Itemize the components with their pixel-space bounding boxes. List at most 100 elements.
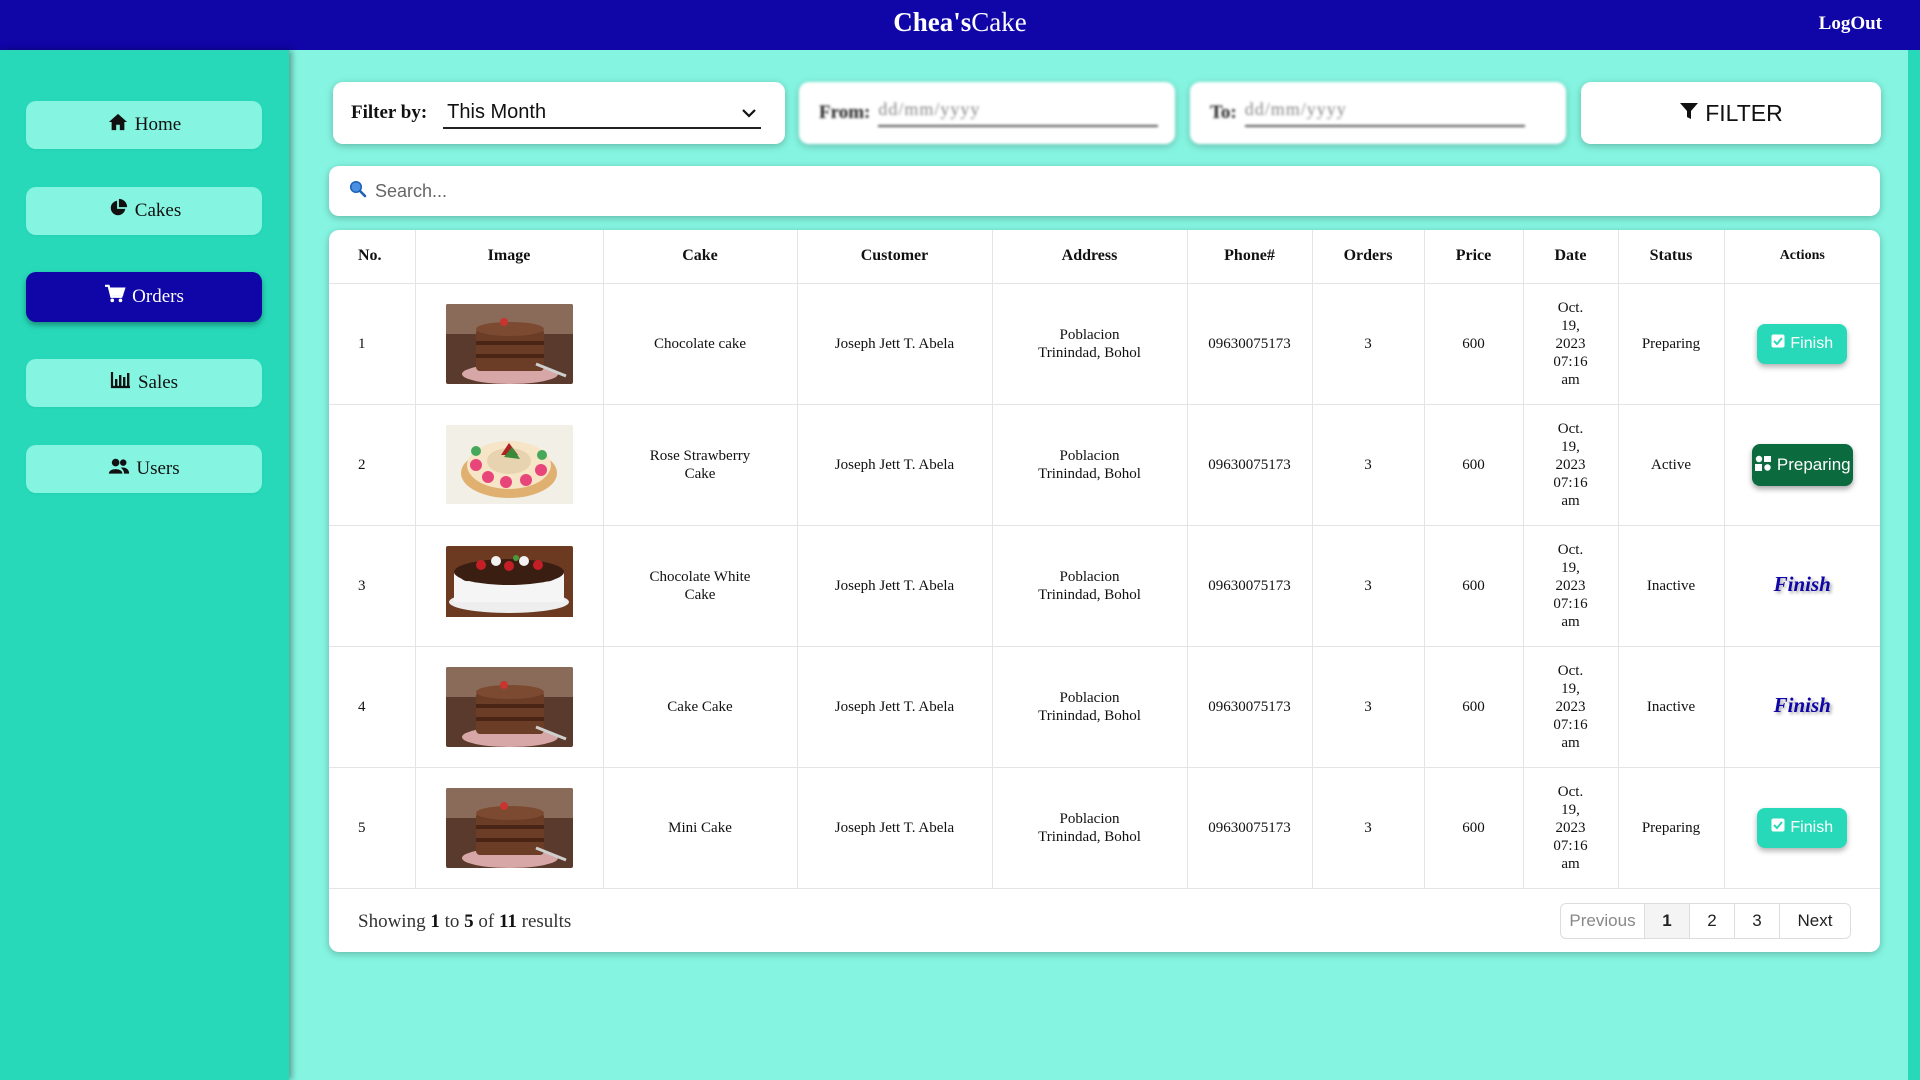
date-part: 2023 bbox=[1555, 819, 1586, 836]
sidebar-item-label: Users bbox=[136, 458, 180, 479]
sidebar-item-home[interactable]: Home bbox=[26, 101, 262, 149]
table-row: 5 Mini Cake Joseph Jett T. Abela Poblacion T… bbox=[329, 767, 1880, 889]
cell-status: Preparing bbox=[1618, 283, 1725, 405]
address-line: Trinindad, Bohol bbox=[1038, 344, 1141, 361]
date-part: am bbox=[1561, 492, 1580, 509]
top-bar: Chea'sCake LogOut bbox=[0, 0, 1920, 50]
logout-link[interactable]: LogOut bbox=[1819, 13, 1882, 35]
cell-address: Poblacion Trinindad, Bohol bbox=[992, 767, 1188, 889]
filter-by-label: Filter by: bbox=[351, 102, 428, 123]
cell-customer: Joseph Jett T. Abela bbox=[797, 767, 993, 889]
sidebar-item-sales[interactable]: Sales bbox=[26, 359, 262, 407]
date-part: 19, bbox=[1561, 801, 1580, 818]
column-header: Customer bbox=[797, 230, 993, 284]
cell-orders: 3 bbox=[1312, 283, 1425, 405]
cell-address: Poblacion Trinindad, Bohol bbox=[992, 525, 1188, 647]
users-icon bbox=[108, 456, 130, 482]
finish-link[interactable]: Finish bbox=[1774, 693, 1831, 717]
search-input[interactable]: Search... bbox=[375, 181, 447, 202]
funnel-icon bbox=[1679, 100, 1699, 127]
cell-orders: 3 bbox=[1312, 646, 1425, 768]
filter-button[interactable]: FILTER bbox=[1581, 82, 1881, 144]
cart-icon bbox=[104, 284, 126, 310]
date-part: 2023 bbox=[1555, 456, 1586, 473]
showing-to-word: to bbox=[444, 911, 460, 932]
right-edge-strip bbox=[1908, 50, 1920, 1080]
address-line: Trinindad, Bohol bbox=[1038, 707, 1141, 724]
showing-of-word: of bbox=[478, 911, 495, 932]
table-header-row: No. Image Cake Customer Address Phone# O… bbox=[329, 230, 1880, 284]
cell-phone: 09630075173 bbox=[1187, 283, 1313, 405]
address-line: Poblacion bbox=[1059, 689, 1120, 706]
finish-button[interactable]: Finish bbox=[1757, 807, 1848, 848]
finish-button-label: Finish bbox=[1790, 818, 1834, 836]
next-page-button[interactable]: Next bbox=[1780, 904, 1850, 938]
orders-table: No. Image Cake Customer Address Phone# O… bbox=[329, 230, 1880, 889]
finish-button[interactable]: Finish bbox=[1757, 323, 1848, 364]
cell-price: 600 bbox=[1424, 767, 1524, 889]
date-part: Oct. bbox=[1557, 783, 1584, 800]
cell-phone: 09630075173 bbox=[1187, 767, 1313, 889]
cake-image bbox=[445, 545, 573, 626]
sidebar: Home Cakes Orders Sales Users bbox=[0, 50, 289, 1080]
address-line: Poblacion bbox=[1059, 326, 1120, 343]
results-summary: Showing 1 to 5 of 11 results bbox=[358, 911, 571, 933]
column-header: Status bbox=[1618, 230, 1725, 284]
table-row: 4 Cake Cake Joseph Jett T. Abela Poblacion T… bbox=[329, 646, 1880, 768]
date-part: 07:16 bbox=[1553, 353, 1588, 370]
period-select[interactable]: This Month bbox=[443, 97, 762, 129]
date-part: Oct. bbox=[1557, 420, 1584, 437]
cake-image bbox=[445, 424, 573, 505]
orders-table-card: No. Image Cake Customer Address Phone# O… bbox=[329, 230, 1880, 952]
cell-no: 4 bbox=[329, 646, 416, 768]
column-header: Date bbox=[1523, 230, 1619, 284]
chevron-down-icon bbox=[741, 101, 757, 124]
cell-status: Preparing bbox=[1618, 767, 1725, 889]
cell-phone: 09630075173 bbox=[1187, 404, 1313, 526]
to-label: To: bbox=[1210, 102, 1237, 123]
sidebar-item-cakes[interactable]: Cakes bbox=[26, 187, 262, 235]
cell-no: 1 bbox=[329, 283, 416, 405]
pagination: Previous 1 2 3 Next bbox=[1560, 903, 1851, 939]
cell-actions: Finish bbox=[1724, 767, 1880, 889]
cell-orders: 3 bbox=[1312, 767, 1425, 889]
column-header: Price bbox=[1424, 230, 1524, 284]
showing-from: 1 bbox=[430, 911, 440, 932]
from-date-input[interactable]: dd/mm/yyyy bbox=[878, 99, 1159, 127]
cell-phone: 09630075173 bbox=[1187, 525, 1313, 647]
date-part: 19, bbox=[1561, 317, 1580, 334]
previous-page-button[interactable]: Previous bbox=[1561, 904, 1645, 938]
period-select-value: This Month bbox=[447, 100, 547, 123]
sidebar-item-users[interactable]: Users bbox=[26, 445, 262, 493]
sidebar-item-label: Home bbox=[134, 114, 182, 135]
column-header: Actions bbox=[1724, 230, 1880, 284]
cell-date: Oct. 19, 2023 07:16 am bbox=[1523, 404, 1619, 526]
cell-address: Poblacion Trinindad, Bohol bbox=[992, 283, 1188, 405]
search-bar[interactable]: Search... bbox=[329, 166, 1880, 216]
cell-cake: Chocolate White Cake bbox=[603, 525, 798, 647]
cell-status: Inactive bbox=[1618, 525, 1725, 647]
cell-no: 2 bbox=[329, 404, 416, 526]
column-header: Image bbox=[415, 230, 604, 284]
from-label: From: bbox=[819, 102, 871, 123]
cell-customer: Joseph Jett T. Abela bbox=[797, 525, 993, 647]
date-part: Oct. bbox=[1557, 662, 1584, 679]
preparing-button[interactable]: Preparing bbox=[1751, 443, 1853, 486]
sidebar-item-orders[interactable]: Orders bbox=[26, 272, 262, 322]
table-row: 2 Rose Strawberry Cake Joseph Jett T. Abel… bbox=[329, 404, 1880, 526]
address-line: Trinindad, Bohol bbox=[1038, 465, 1141, 482]
address-line: Trinindad, Bohol bbox=[1038, 828, 1141, 845]
date-part: 19, bbox=[1561, 680, 1580, 697]
check-square-icon bbox=[1771, 334, 1785, 353]
finish-link[interactable]: Finish bbox=[1774, 572, 1831, 596]
page-2-button[interactable]: 2 bbox=[1690, 904, 1735, 938]
page-3-button[interactable]: 3 bbox=[1735, 904, 1780, 938]
cell-image bbox=[415, 404, 604, 526]
bar-chart-icon bbox=[110, 370, 132, 396]
page-1-button[interactable]: 1 bbox=[1645, 904, 1690, 938]
filter-by-card: Filter by: This Month bbox=[333, 82, 785, 144]
cell-cake: Mini Cake bbox=[603, 767, 798, 889]
cell-no: 5 bbox=[329, 767, 416, 889]
brand-bold: Chea's bbox=[893, 7, 972, 37]
to-date-input[interactable]: dd/mm/yyyy bbox=[1244, 99, 1525, 127]
